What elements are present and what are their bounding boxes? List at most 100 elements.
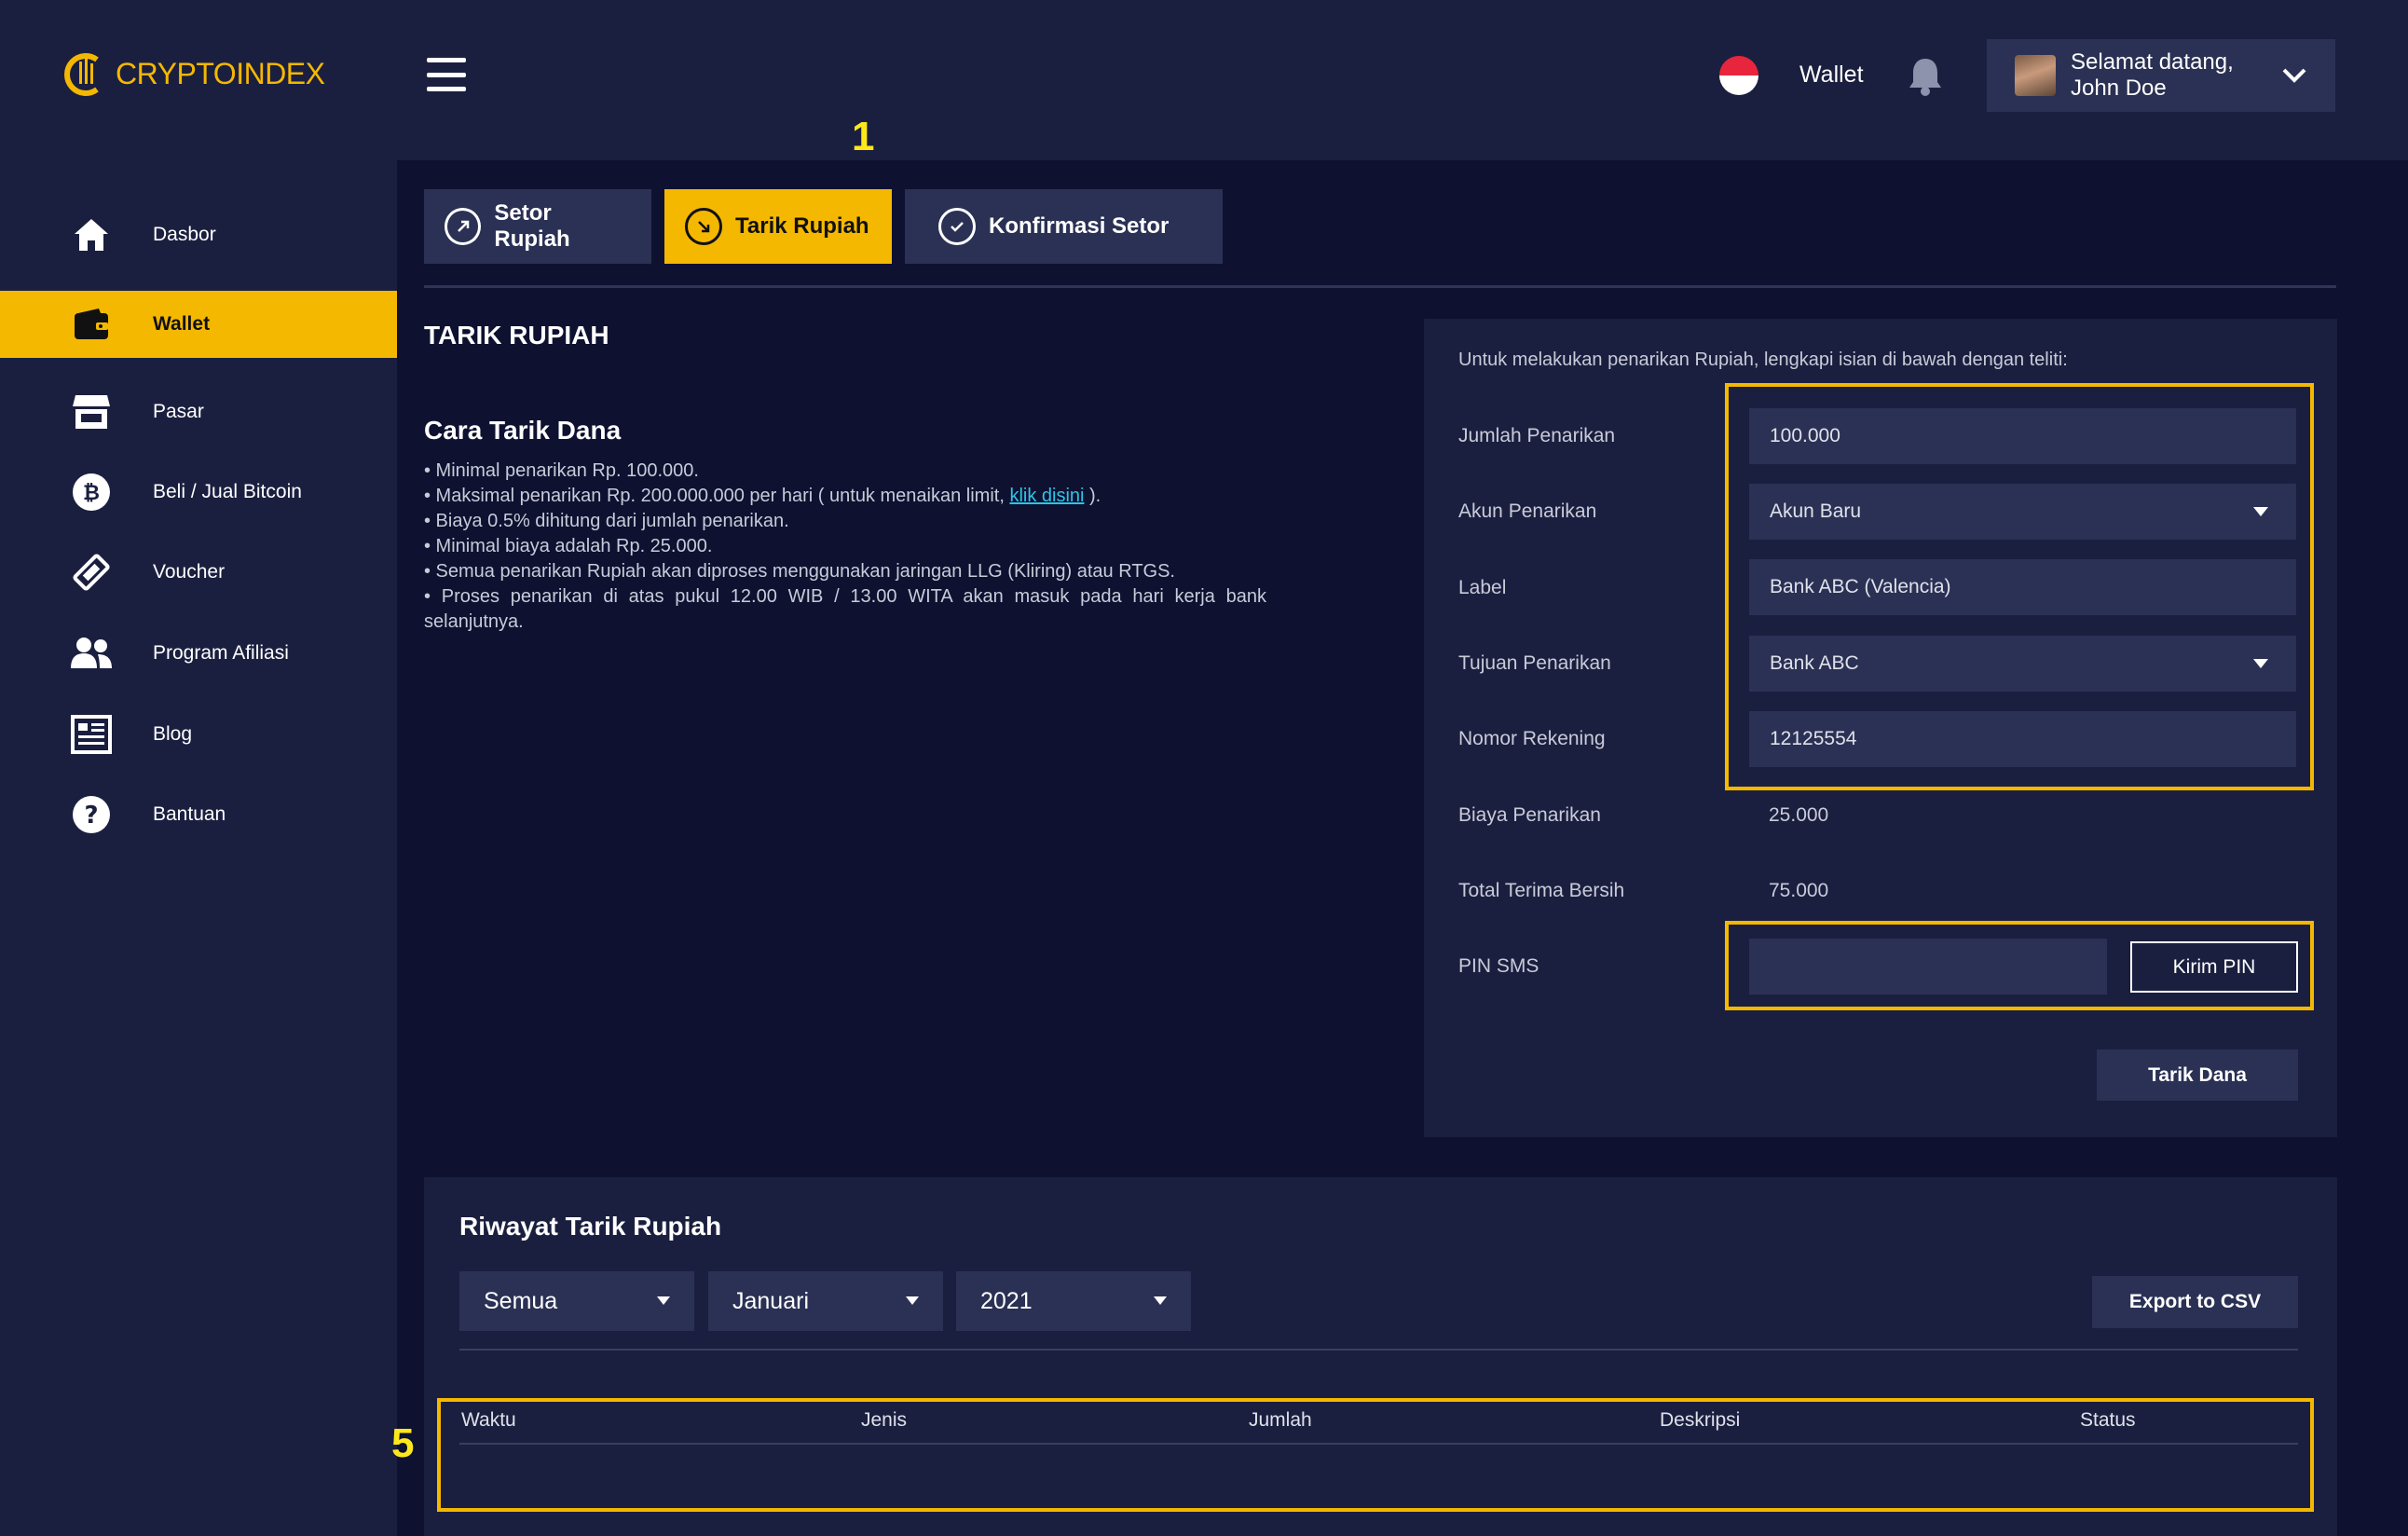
page-title: TARIK RUPIAH — [424, 321, 609, 350]
pin-sms-input[interactable] — [1749, 939, 2107, 994]
sidebar-item-bantuan[interactable]: ? Bantuan — [0, 781, 397, 848]
filter-type-select[interactable]: Semua — [459, 1271, 694, 1331]
rule-item: • Minimal penarikan Rp. 100.000. — [424, 460, 699, 481]
label-value: Bank ABC (Valencia) — [1770, 576, 1951, 597]
sidebar-item-afiliasi[interactable]: Program Afiliasi — [0, 620, 397, 687]
logo-text: CRYPTOINDEX — [116, 56, 325, 90]
sidebar-item-label: Program Afiliasi — [153, 642, 289, 664]
export-csv-button[interactable]: Export to CSV — [2092, 1276, 2298, 1328]
newspaper-icon — [71, 714, 112, 755]
send-pin-button[interactable]: Kirim PIN — [2130, 941, 2298, 993]
arrow-up-right-circle-icon — [445, 208, 482, 245]
wallet-icon — [71, 304, 112, 345]
history-divider — [459, 1349, 2298, 1351]
bitcoin-icon: ₿ — [71, 472, 112, 513]
table-header-divider — [459, 1443, 2298, 1445]
sidebar-item-blog[interactable]: Blog — [0, 701, 397, 768]
sidebar-item-label: Wallet — [153, 313, 211, 335]
sidebar-item-label: Bantuan — [153, 803, 226, 825]
column-header-status: Status — [2080, 1409, 2136, 1431]
amount-value: 100.000 — [1770, 425, 1840, 446]
header-wallet-link[interactable]: Wallet — [1799, 62, 1864, 89]
label-jumlah: Jumlah Penarikan — [1458, 425, 1616, 446]
sidebar-item-label: Beli / Jual Bitcoin — [153, 481, 302, 502]
label-label: Label — [1458, 577, 1507, 598]
column-header-jumlah: Jumlah — [1249, 1409, 1312, 1431]
ticket-icon — [71, 552, 112, 593]
info-title: Cara Tarik Dana — [424, 416, 622, 445]
home-icon — [71, 214, 112, 255]
net-total-value: 75.000 — [1769, 880, 1829, 901]
user-greeting: Selamat datang, John Doe — [2071, 49, 2266, 102]
caret-down-icon — [1154, 1296, 1167, 1305]
sidebar-item-label: Voucher — [153, 561, 226, 583]
destination-bank-select[interactable]: Bank ABC — [1749, 636, 2296, 692]
label-rekening: Nomor Rekening — [1458, 728, 1606, 749]
tab-divider — [424, 285, 2336, 288]
sidebar-item-label: Dasbor — [153, 224, 216, 245]
logo-icon — [64, 53, 99, 96]
column-header-jenis: Jenis — [861, 1409, 908, 1431]
raise-limit-link[interactable]: klik disini — [1009, 486, 1084, 506]
help-icon: ? — [71, 794, 112, 835]
rule-item: • Biaya 0.5% dihitung dari jumlah penari… — [424, 511, 789, 531]
menu-toggle-icon[interactable] — [427, 58, 466, 91]
withdraw-rules: • Minimal penarikan Rp. 100.000. • Maksi… — [424, 459, 1266, 635]
user-menu[interactable]: Selamat datang, John Doe — [1987, 39, 2335, 112]
history-title: Riwayat Tarik Rupiah — [459, 1212, 722, 1241]
tab-tarik-rupiah[interactable]: Tarik Rupiah — [664, 189, 892, 264]
amount-input[interactable]: 100.000 — [1749, 408, 2296, 464]
label-tujuan: Tujuan Penarikan — [1458, 652, 1611, 674]
store-icon — [71, 391, 112, 432]
label-total: Total Terima Bersih — [1458, 880, 1625, 901]
svg-text:₿: ₿ — [83, 482, 100, 505]
avatar — [2015, 55, 2056, 96]
label-pin: PIN SMS — [1458, 955, 1539, 977]
tab-konfirmasi-setor[interactable]: Konfirmasi Setor — [905, 189, 1223, 264]
filter-year-select[interactable]: 2021 — [956, 1271, 1191, 1331]
brand-logo[interactable]: CRYPTOINDEX — [63, 48, 325, 99]
label-akun: Akun Penarikan — [1458, 501, 1597, 522]
caret-down-icon — [2253, 507, 2268, 516]
check-circle-icon — [938, 208, 976, 245]
filter-month-select[interactable]: Januari — [708, 1271, 943, 1331]
sidebar-item-label: Pasar — [153, 401, 204, 422]
users-icon — [71, 633, 112, 674]
greeting-text: Selamat datang, — [2071, 49, 2234, 75]
sidebar-item-dasbor[interactable]: Dasbor — [0, 201, 397, 268]
sidebar-item-pasar[interactable]: Pasar — [0, 378, 397, 446]
arrow-down-right-circle-icon — [685, 208, 722, 245]
caret-down-icon — [657, 1296, 670, 1305]
rule-text-suffix: ). — [1084, 486, 1101, 506]
filter-year-value: 2021 — [980, 1287, 1033, 1314]
tab-label: Setor Rupiah — [494, 200, 570, 252]
sidebar-item-bitcoin[interactable]: ₿ Beli / Jual Bitcoin — [0, 459, 397, 526]
filter-month-value: Januari — [732, 1287, 809, 1314]
language-flag-icon[interactable] — [1719, 56, 1758, 95]
step-marker-1: 1 — [852, 114, 875, 159]
account-number-value: 12125554 — [1770, 728, 1857, 749]
rule-item: • Proses penarikan di atas pukul 12.00 W… — [424, 586, 1266, 632]
filter-type-value: Semua — [484, 1287, 558, 1314]
account-value: Akun Baru — [1770, 501, 1862, 522]
form-intro: Untuk melakukan penarikan Rupiah, lengka… — [1458, 350, 2068, 370]
sidebar-item-wallet[interactable]: Wallet — [0, 291, 397, 358]
sidebar-item-voucher[interactable]: Voucher — [0, 539, 397, 606]
column-header-waktu: Waktu — [461, 1409, 516, 1431]
label-input[interactable]: Bank ABC (Valencia) — [1749, 559, 2296, 615]
withdraw-submit-button[interactable]: Tarik Dana — [2097, 1049, 2298, 1101]
account-number-input[interactable]: 12125554 — [1749, 711, 2296, 767]
caret-down-icon — [906, 1296, 919, 1305]
rule-text: • Maksimal penarikan Rp. 200.000.000 per… — [424, 486, 1010, 506]
tab-setor-rupiah[interactable]: Setor Rupiah — [424, 189, 651, 264]
rule-item: • Maksimal penarikan Rp. 200.000.000 per… — [424, 484, 1266, 509]
user-name: John Doe — [2071, 75, 2167, 101]
caret-down-icon — [2253, 659, 2268, 668]
svg-text:?: ? — [84, 802, 98, 830]
rule-item: • Minimal biaya adalah Rp. 25.000. — [424, 536, 713, 556]
chevron-down-icon — [2282, 68, 2306, 83]
notification-bell-icon[interactable] — [1907, 56, 1944, 102]
account-select[interactable]: Akun Baru — [1749, 484, 2296, 540]
destination-value: Bank ABC — [1770, 652, 1859, 674]
tab-label: Konfirmasi Setor — [989, 213, 1170, 239]
